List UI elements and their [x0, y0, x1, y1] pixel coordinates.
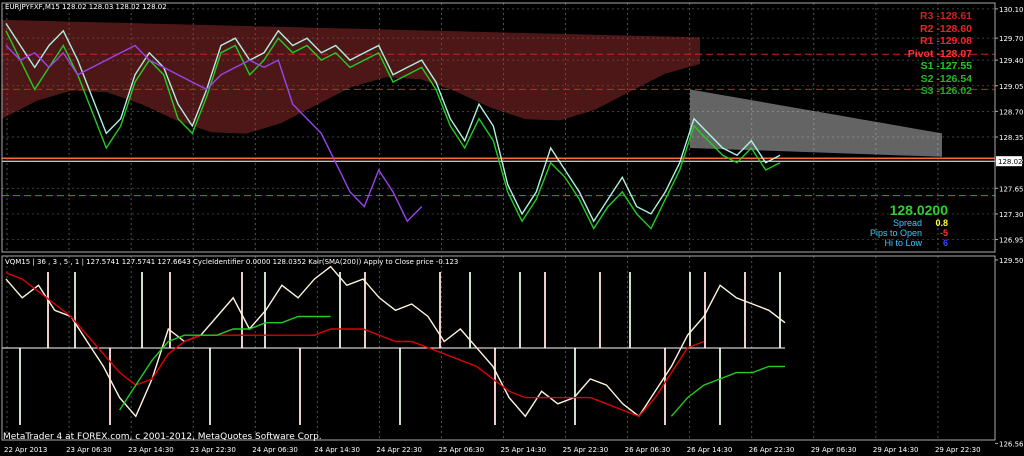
info-row: Hi to Low 6 — [870, 238, 948, 248]
pivot-row-s1: S1 -127.55 — [908, 60, 972, 73]
pivot-row-r2: R2 -128.60 — [908, 23, 972, 36]
pivot-value: -129.08 — [933, 35, 972, 47]
cloud-bearish-band — [2, 19, 700, 134]
y-tick-label: 130.10 — [999, 6, 1024, 14]
y-tick-label: 129.70 — [999, 35, 1024, 43]
y-tick-label: 129.507 — [999, 257, 1024, 265]
pivot-row-r3: R3 -128.61 — [908, 10, 972, 23]
info-label: Spread — [892, 218, 922, 228]
y-tick-label: 129.40 — [999, 57, 1024, 65]
pivot-value: -128.60 — [933, 22, 972, 35]
pivot-label: S1 — [920, 60, 934, 72]
pivot-value: -127.55 — [933, 60, 972, 72]
y-tick-label: 128.70 — [999, 108, 1024, 116]
footer-copyright: MetaTrader 4 at FOREX.com, c 2001-2012, … — [3, 432, 322, 442]
pivot-label: S2 — [920, 72, 934, 85]
pivot-value: -126.54 — [933, 72, 972, 85]
y-tick-label: 126.95 — [999, 237, 1024, 245]
chart-window: 22 Apr 2013 23 Apr 06:30 23 Apr 14:30 23 Ap… — [0, 0, 1024, 456]
x-tick-label: 24 Apr 22:30 — [376, 446, 422, 454]
x-tick-label: 29 Apr 22:30 — [935, 446, 981, 454]
sub-series-2 — [119, 315, 785, 417]
ichimoku-cloud — [2, 19, 942, 157]
x-tick-label: 25 Apr 22:30 — [563, 446, 609, 454]
main-panel-title: EURJPYFXF,M15 128.02 128.03 128.02 128.0… — [5, 3, 167, 11]
x-tick-label: 26 Apr 22:30 — [749, 446, 795, 454]
sub-panel-title: VQM15 | 36 , 3 , 5 , 1 | 127.5741 127.57… — [5, 258, 458, 266]
current-price: 128.0200 — [889, 202, 948, 218]
cloud-forecast-band — [690, 89, 942, 157]
x-tick-label: 25 Apr 06:30 — [438, 446, 484, 454]
pivot-row-s3: S3 -126.02 — [908, 85, 972, 98]
x-tick-label: 26 Apr 06:30 — [625, 446, 671, 454]
x-tick-label: 23 Apr 06:30 — [66, 446, 112, 454]
pivot-row-r1: R1 -129.08 — [908, 35, 972, 48]
x-tick-label: 22 Apr 2013 — [4, 446, 47, 454]
info-value: 0.8 — [935, 218, 948, 228]
last-price-tag-label: 128.02 — [998, 158, 1023, 166]
pivot-label: R2 — [920, 22, 934, 35]
y-tick-label: 128.35 — [999, 134, 1024, 142]
y-tick-label: 127.30 — [999, 211, 1024, 219]
cycle-bars — [2, 272, 785, 425]
x-tick-label: 25 Apr 14:30 — [501, 446, 547, 454]
info-value: 6 — [942, 238, 948, 248]
price-info: 128.0200 Spread 0.8 Pips to Open -5 Hi to Lo… — [870, 202, 948, 248]
y-tick-label: 129.05 — [999, 83, 1024, 91]
info-value: -5 — [939, 228, 948, 238]
x-tick-label: 24 Apr 06:30 — [252, 446, 298, 454]
x-tick-label: 23 Apr 22:30 — [190, 446, 236, 454]
pivot-row-pivot: Pivot -128.07 — [908, 48, 972, 61]
x-tick-label: 23 Apr 14:30 — [128, 446, 174, 454]
x-tick-label: 29 Apr 06:30 — [811, 446, 857, 454]
y-tick-label: 127.65 — [999, 185, 1024, 193]
info-row: Pips to Open -5 — [870, 228, 948, 238]
x-tick-label: 26 Apr 14:30 — [687, 446, 733, 454]
pivot-value: -128.61 — [933, 10, 972, 22]
info-row: Spread 0.8 — [870, 218, 948, 228]
pivot-label: R1 — [920, 35, 934, 47]
pivot-value: -128.07 — [933, 47, 972, 60]
info-label: Hi to Low — [884, 238, 922, 248]
pivot-label: R3 — [920, 10, 934, 22]
pivot-value: -126.02 — [933, 85, 972, 97]
pivot-row-s2: S2 -126.54 — [908, 73, 972, 86]
pivot-legend: R3 -128.61 R2 -128.60 R1 -129.08 Pivot -128… — [908, 10, 972, 98]
info-label: Pips to Open — [869, 228, 922, 238]
y-tick-label: 126.566 — [999, 440, 1024, 448]
x-tick-label: 24 Apr 14:30 — [314, 446, 360, 454]
x-tick-label: 29 Apr 14:30 — [873, 446, 919, 454]
pivot-label: Pivot — [907, 47, 934, 60]
pivot-label: S3 — [920, 85, 934, 97]
